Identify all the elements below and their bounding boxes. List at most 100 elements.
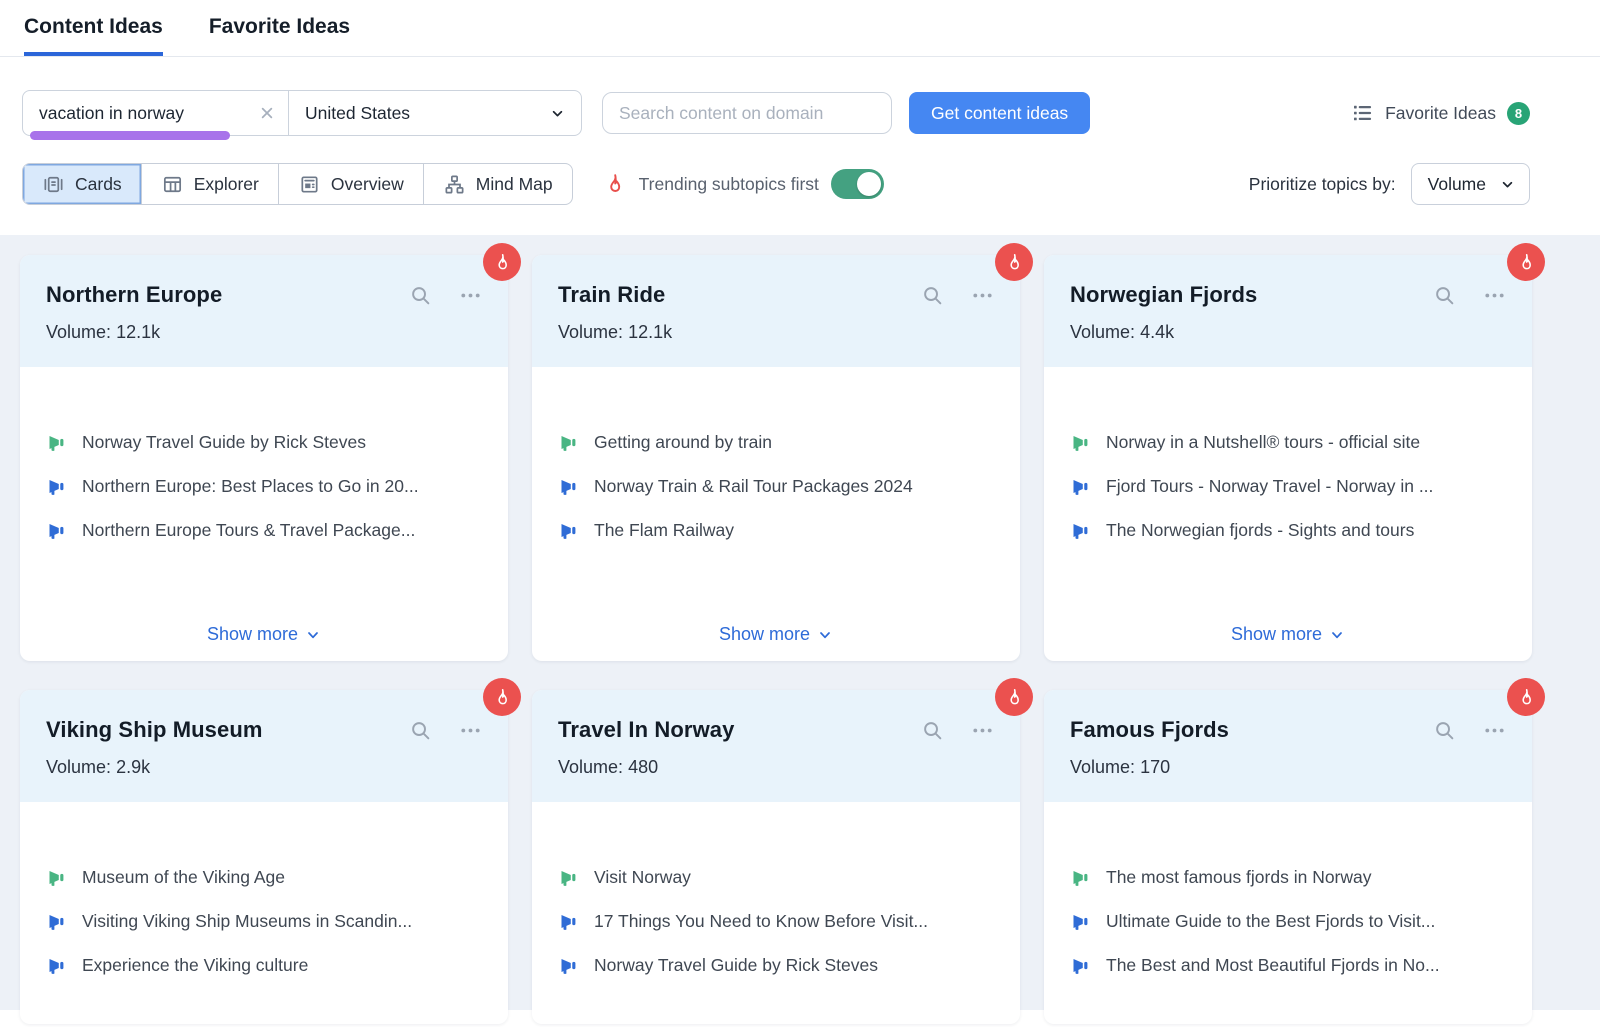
search-icon[interactable] [409, 284, 432, 307]
card-item[interactable]: Experience the Viking culture [46, 954, 482, 977]
card-item[interactable]: The Best and Most Beautiful Fjords in No… [1070, 954, 1506, 977]
card-item-text: Visiting Viking Ship Museums in Scandin.… [82, 910, 412, 933]
card-item[interactable]: Norway Train & Rail Tour Packages 2024 [558, 475, 994, 498]
card-title: Travel In Norway [558, 717, 921, 743]
card-volume-value: 2.9k [116, 757, 150, 777]
keyword-highlight-underline [30, 131, 230, 140]
flame-icon [492, 687, 513, 708]
card-items: Norway Travel Guide by Rick Steves North… [46, 431, 482, 542]
card-header: Norwegian Fjords Volume: 4.4k [1044, 255, 1532, 367]
flame-icon [1516, 252, 1537, 273]
tab-content-ideas[interactable]: Content Ideas [24, 15, 163, 56]
card-volume-label: Volume: [46, 322, 111, 342]
show-more-link[interactable]: Show more [532, 624, 1020, 645]
search-icon[interactable] [1433, 719, 1456, 742]
card-item[interactable]: Museum of the Viking Age [46, 866, 482, 889]
card-title: Northern Europe [46, 282, 409, 308]
view-toolbar: Cards Explorer Overview Mind Map Trendin… [0, 163, 1600, 205]
card-header: Famous Fjords Volume: 170 [1044, 690, 1532, 802]
card-item[interactable]: Norway in a Nutshell® tours - official s… [1070, 431, 1506, 454]
ellipsis-menu-icon[interactable] [459, 284, 482, 307]
domain-search-input[interactable]: Search content on domain [602, 92, 892, 134]
megaphone-icon [1070, 476, 1091, 497]
megaphone-icon [46, 911, 67, 932]
show-more-link[interactable]: Show more [1044, 624, 1532, 645]
ellipsis-menu-icon[interactable] [971, 284, 994, 307]
favorite-ideas-label: Favorite Ideas [1385, 103, 1496, 124]
clear-keyword-icon[interactable] [259, 105, 275, 121]
search-icon[interactable] [409, 719, 432, 742]
card-item[interactable]: Visit Norway [558, 866, 994, 889]
card-volume-label: Volume: [1070, 757, 1135, 777]
view-mind-map[interactable]: Mind Map [424, 164, 572, 204]
card-item[interactable]: The most famous fjords in Norway [1070, 866, 1506, 889]
card-item-text: Norway Travel Guide by Rick Steves [594, 954, 878, 977]
search-icon[interactable] [1433, 284, 1456, 307]
card-item[interactable]: Fjord Tours - Norway Travel - Norway in … [1070, 475, 1506, 498]
card-body: Norway in a Nutshell® tours - official s… [1044, 367, 1532, 661]
megaphone-icon [558, 867, 579, 888]
view-cards[interactable]: Cards [23, 164, 142, 204]
show-more-link[interactable]: Show more [20, 624, 508, 645]
card-item-text: 17 Things You Need to Know Before Visit.… [594, 910, 928, 933]
ellipsis-menu-icon[interactable] [1483, 719, 1506, 742]
card-item[interactable]: The Flam Railway [558, 519, 994, 542]
ellipsis-menu-icon[interactable] [971, 719, 994, 742]
country-select[interactable]: United States [289, 91, 581, 135]
card-item[interactable]: Ultimate Guide to the Best Fjords to Vis… [1070, 910, 1506, 933]
card-item[interactable]: 17 Things You Need to Know Before Visit.… [558, 910, 994, 933]
trending-toggle-label: Trending subtopics first [639, 174, 819, 195]
keyword-value: vacation in norway [39, 103, 184, 124]
view-explorer[interactable]: Explorer [142, 164, 279, 204]
topic-card: Viking Ship Museum Volume: 2.9k Museum o… [20, 690, 508, 1024]
ellipsis-menu-icon[interactable] [1483, 284, 1506, 307]
megaphone-icon [1070, 867, 1091, 888]
search-icon[interactable] [921, 284, 944, 307]
megaphone-icon [46, 476, 67, 497]
card-volume-value: 12.1k [628, 322, 672, 342]
search-icon[interactable] [921, 719, 944, 742]
card-item[interactable]: Norway Travel Guide by Rick Steves [558, 954, 994, 977]
card-body: Getting around by train Norway Train & R… [532, 367, 1020, 661]
card-volume: Volume: 170 [1070, 757, 1506, 778]
tab-favorite-ideas[interactable]: Favorite Ideas [209, 15, 350, 56]
cards-grid: Northern Europe Volume: 12.1k Norway Tra… [0, 235, 1600, 1010]
card-item[interactable]: Getting around by train [558, 431, 994, 454]
card-item-text: Visit Norway [594, 866, 691, 889]
favorite-ideas-link[interactable]: Favorite Ideas 8 [1350, 101, 1530, 125]
topic-card: Northern Europe Volume: 12.1k Norway Tra… [20, 255, 508, 661]
ellipsis-menu-icon[interactable] [459, 719, 482, 742]
prioritize-value: Volume [1428, 174, 1486, 195]
megaphone-icon [46, 955, 67, 976]
card-item[interactable]: Visiting Viking Ship Museums in Scandin.… [46, 910, 482, 933]
domain-placeholder: Search content on domain [619, 103, 823, 124]
chevron-down-icon [817, 627, 833, 643]
view-label: Mind Map [476, 174, 553, 195]
card-item-text: The Norwegian fjords - Sights and tours [1106, 519, 1414, 542]
megaphone-icon [558, 476, 579, 497]
view-switcher: Cards Explorer Overview Mind Map [22, 163, 573, 205]
card-item-text: Fjord Tours - Norway Travel - Norway in … [1106, 475, 1433, 498]
show-more-label: Show more [1231, 624, 1322, 645]
keyword-input[interactable]: vacation in norway [23, 91, 289, 135]
card-item[interactable]: Northern Europe: Best Places to Go in 20… [46, 475, 482, 498]
card-item[interactable]: Norway Travel Guide by Rick Steves [46, 431, 482, 454]
card-volume: Volume: 480 [558, 757, 994, 778]
card-item[interactable]: Northern Europe Tours & Travel Package..… [46, 519, 482, 542]
card-item[interactable]: The Norwegian fjords - Sights and tours [1070, 519, 1506, 542]
prioritize-label: Prioritize topics by: [1249, 174, 1396, 195]
view-overview[interactable]: Overview [279, 164, 424, 204]
topic-card: Norwegian Fjords Volume: 4.4k Norway in … [1044, 255, 1532, 661]
megaphone-icon [558, 955, 579, 976]
card-title: Viking Ship Museum [46, 717, 409, 743]
get-content-ideas-button[interactable]: Get content ideas [909, 92, 1090, 134]
flame-icon [1004, 687, 1025, 708]
trending-toggle-switch[interactable] [831, 169, 884, 199]
card-title: Train Ride [558, 282, 921, 308]
card-body: Norway Travel Guide by Rick Steves North… [20, 367, 508, 661]
card-item-text: Getting around by train [594, 431, 772, 454]
card-volume: Volume: 4.4k [1070, 322, 1506, 343]
prioritize-select[interactable]: Volume [1411, 163, 1530, 205]
card-volume-value: 480 [628, 757, 658, 777]
megaphone-icon [46, 432, 67, 453]
